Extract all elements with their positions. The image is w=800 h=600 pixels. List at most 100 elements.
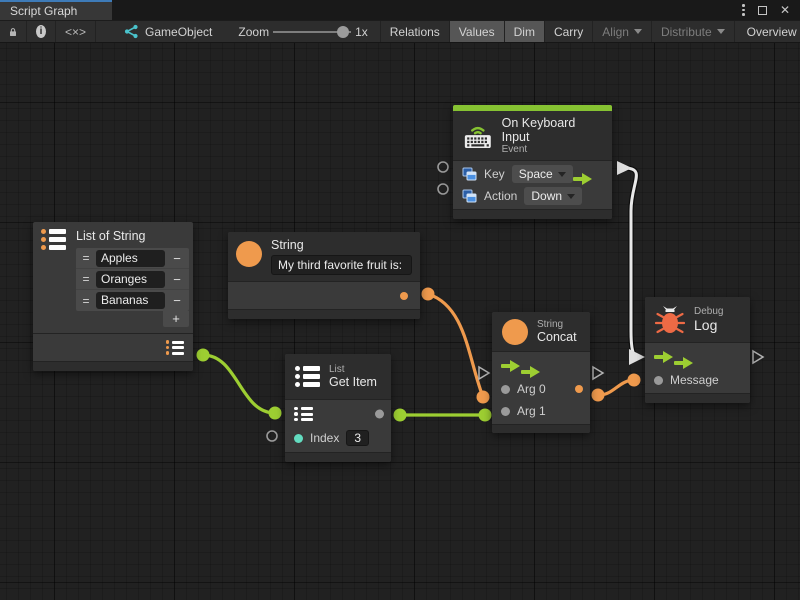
- toolbar-button-align[interactable]: Align: [593, 21, 652, 42]
- wire-knob[interactable]: [592, 389, 605, 402]
- wire-knob[interactable]: [394, 409, 407, 422]
- node-title: On Keyboard Input: [502, 116, 602, 144]
- add-item-button[interactable]: +: [163, 311, 189, 327]
- list-editor: = Apples − = Oranges − = Ban: [76, 248, 189, 311]
- tab-script-graph[interactable]: Script Graph: [0, 0, 112, 20]
- port-anchor-key[interactable]: [438, 162, 448, 172]
- item-out-port[interactable]: [375, 410, 384, 419]
- string-out-port[interactable]: [400, 292, 408, 300]
- flow-out-port[interactable]: [674, 357, 694, 369]
- remove-item-button[interactable]: −: [168, 293, 186, 308]
- drag-handle-icon[interactable]: =: [79, 251, 93, 265]
- action-dropdown[interactable]: Down: [524, 187, 582, 205]
- toolbar-button-values[interactable]: Values: [450, 21, 505, 42]
- list-item-row: = Apples −: [76, 248, 189, 269]
- list-item-field[interactable]: Bananas: [96, 292, 165, 309]
- port-row-index: Index 3: [285, 426, 391, 450]
- list-item-field[interactable]: Apples: [96, 250, 165, 267]
- window-menu-icon[interactable]: [742, 4, 745, 16]
- zoom-slider-handle[interactable]: [337, 26, 349, 38]
- node-category: List: [329, 364, 377, 375]
- message-in-port[interactable]: [654, 376, 663, 385]
- gameobject-label[interactable]: GameObject: [145, 25, 212, 39]
- wire-flow-keyboard-to-log[interactable]: [626, 168, 637, 357]
- node-concat[interactable]: String Concat Arg 0 Arg 1: [492, 312, 590, 433]
- wire-flow-end-arrow[interactable]: [629, 349, 645, 365]
- chevron-down-icon: [558, 172, 566, 177]
- port-anchor-index[interactable]: [267, 431, 277, 441]
- wire-list-to-getitem[interactable]: [203, 355, 275, 413]
- port-row-action: Action Down: [453, 185, 612, 207]
- wire-knob[interactable]: [477, 391, 490, 404]
- tab-title: Script Graph: [10, 4, 77, 18]
- action-label: Action: [484, 189, 517, 203]
- node-subtitle: Event: [502, 144, 602, 155]
- node-category: Debug: [694, 306, 723, 317]
- enum-icon: [462, 167, 477, 181]
- node-footer: [453, 209, 612, 219]
- index-value-field[interactable]: 3: [346, 430, 369, 446]
- arg0-label: Arg 0: [517, 382, 546, 396]
- node-footer: [285, 452, 391, 462]
- info-button[interactable]: i: [27, 21, 56, 42]
- lock-icon: [9, 25, 17, 39]
- remove-item-button[interactable]: −: [168, 251, 186, 266]
- node-footer: [645, 393, 750, 403]
- flow-in-port[interactable]: [501, 360, 521, 372]
- node-on-keyboard-input[interactable]: On Keyboard Input Event Key Space: [453, 105, 612, 219]
- lock-button[interactable]: [0, 21, 27, 42]
- list-in-port[interactable]: [294, 407, 313, 422]
- arg0-in-port[interactable]: [501, 385, 510, 394]
- node-title: String: [271, 238, 412, 252]
- tab-bar: Script Graph ✕: [0, 0, 800, 20]
- result-out-port[interactable]: [575, 385, 583, 393]
- flow-anchor-concat-in[interactable]: [479, 367, 489, 379]
- close-icon[interactable]: ✕: [780, 4, 790, 16]
- wire-knob[interactable]: [628, 374, 641, 387]
- flow-out-port[interactable]: [573, 173, 593, 185]
- wire-knob[interactable]: [269, 407, 282, 420]
- port-row-list-out: [33, 333, 193, 361]
- remove-item-button[interactable]: −: [168, 272, 186, 287]
- bug-icon: [655, 304, 685, 336]
- port-anchor-action[interactable]: [438, 184, 448, 194]
- string-value-field[interactable]: My third favorite fruit is:: [271, 255, 412, 275]
- flow-out-port[interactable]: [521, 366, 541, 378]
- node-string-literal[interactable]: String My third favorite fruit is:: [228, 232, 420, 319]
- toolbar-button-overview[interactable]: Overview: [735, 21, 800, 42]
- keyboard-icon: [463, 122, 493, 150]
- drag-handle-icon[interactable]: =: [79, 272, 93, 286]
- index-in-port[interactable]: [294, 434, 303, 443]
- maximize-icon[interactable]: [758, 6, 767, 15]
- wire-knob[interactable]: [479, 409, 492, 422]
- wire-knob[interactable]: [197, 349, 210, 362]
- node-footer: [33, 361, 193, 371]
- toolbar-button-distribute[interactable]: Distribute: [652, 21, 735, 42]
- arg1-in-port[interactable]: [501, 407, 510, 416]
- list-item-field[interactable]: Oranges: [96, 271, 165, 288]
- zoom-label: Zoom: [238, 25, 269, 39]
- wire-knob[interactable]: [422, 288, 435, 301]
- drag-handle-icon[interactable]: =: [79, 294, 93, 308]
- port-row-flow: [492, 354, 590, 378]
- key-dropdown[interactable]: Space: [512, 165, 573, 183]
- node-debug-log[interactable]: Debug Log Message: [645, 297, 750, 403]
- graph-canvas[interactable]: On Keyboard Input Event Key Space: [0, 43, 800, 600]
- flow-anchor-concat-out[interactable]: [593, 367, 603, 379]
- string-circle-icon: [502, 319, 528, 345]
- toolbar-button-relations[interactable]: Relations: [381, 21, 450, 42]
- toolbar-button-carry[interactable]: Carry: [545, 21, 593, 42]
- zoom-slider[interactable]: [273, 31, 351, 33]
- code-icon: <×>: [65, 25, 86, 39]
- port-row-arg0: Arg 0: [492, 378, 590, 400]
- wire-string-to-concat[interactable]: [428, 294, 483, 397]
- node-get-item[interactable]: List Get Item Index 3: [285, 354, 391, 462]
- list-out-port[interactable]: [166, 340, 185, 355]
- node-list-of-string[interactable]: List of String = Apples − = Oranges −: [33, 222, 193, 371]
- flow-in-port[interactable]: [654, 351, 674, 363]
- wire-flow-start-arrow[interactable]: [617, 161, 632, 175]
- code-button[interactable]: <×>: [56, 21, 96, 42]
- message-label: Message: [670, 373, 719, 387]
- toolbar-button-dim[interactable]: Dim: [505, 21, 545, 42]
- flow-anchor-log-out[interactable]: [753, 351, 763, 363]
